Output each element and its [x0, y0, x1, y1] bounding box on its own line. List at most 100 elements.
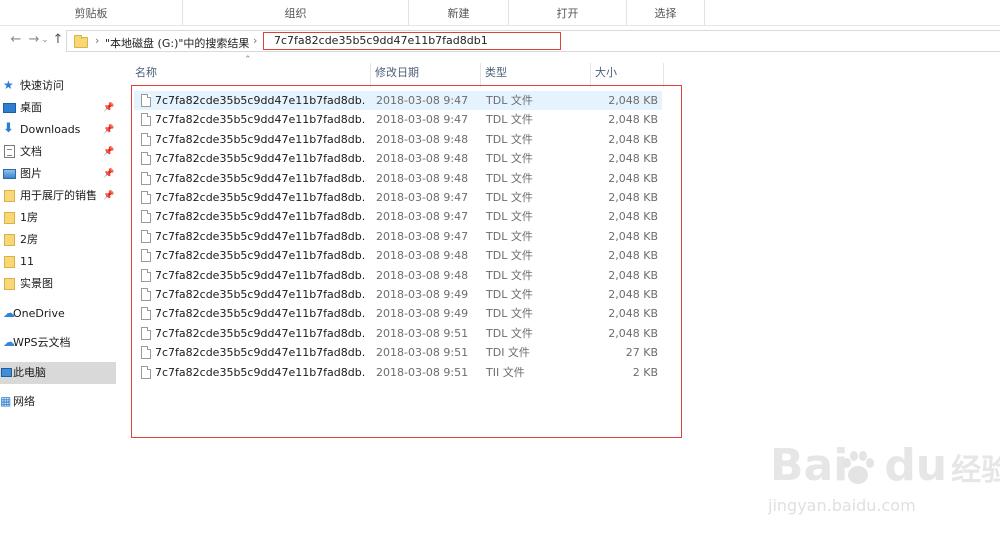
address-bar[interactable]: › "本地磁盘 (G:)"中的搜索结果 › 7c7fa82cde35b5c9dd… [66, 30, 1000, 52]
file-date: 2018-03-08 9:47 [376, 113, 469, 127]
file-name: 7c7fa82cde35b5c9dd47e11b7fad8db... [155, 191, 365, 204]
pin-icon[interactable]: 📌 [103, 141, 114, 163]
file-size: 2,048 KB [608, 132, 658, 146]
file-row[interactable]: 7c7fa82cde35b5c9dd47e11b7fad8db... 2018-0… [134, 324, 662, 343]
pin-icon[interactable]: 📌 [103, 163, 114, 185]
breadcrumb-separator-icon[interactable]: › [95, 34, 99, 47]
file-icon [141, 94, 151, 107]
file-icon [141, 365, 151, 379]
file-type: TDL 文件 [486, 326, 533, 340]
sidebar-item-11[interactable]: 11 [0, 251, 116, 273]
file-row[interactable]: 7c7fa82cde35b5c9dd47e11b7fad8db... 2018-0… [134, 363, 662, 382]
file-icon [141, 268, 151, 282]
file-row[interactable]: 7c7fa82cde35b5c9dd47e11b7fad8db... 2018-0… [134, 266, 662, 285]
back-arrow-icon[interactable]: ← [8, 32, 24, 48]
file-row[interactable]: 7c7fa82cde35b5c9dd47e11b7fad8db... 2018-0… [134, 149, 662, 168]
breadcrumb-separator-icon[interactable]: › [253, 34, 257, 47]
sidebar-item-1-room[interactable]: 1房 [0, 207, 116, 229]
sidebar-item-this-pc[interactable]: 此电脑 [0, 362, 116, 384]
file-name: 7c7fa82cde35b5c9dd47e11b7fad8db... [155, 249, 365, 263]
file-row[interactable]: 7c7fa82cde35b5c9dd47e11b7fad8db... 2018-0… [134, 304, 662, 323]
file-row[interactable]: 7c7fa82cde35b5c9dd47e11b7fad8db... 2018-0… [134, 207, 662, 226]
file-name: 7c7fa82cde35b5c9dd47e11b7fad8db... [155, 94, 365, 107]
navigation-pane: ★ 快速访问 桌面 📌 ⬇ Downloads 📌 文档 📌 图片 📌 用于展厅… [0, 55, 118, 546]
file-row[interactable]: 7c7fa82cde35b5c9dd47e11b7fad8db... 2018-0… [134, 169, 662, 188]
file-date: 2018-03-08 9:48 [376, 132, 469, 146]
file-size: 27 KB [625, 346, 658, 360]
file-type: TDL 文件 [486, 191, 533, 204]
file-date: 2018-03-08 9:47 [376, 229, 469, 243]
file-icon [141, 171, 151, 185]
sidebar-item-downloads[interactable]: ⬇ Downloads 📌 [0, 119, 116, 141]
pictures-icon [3, 169, 16, 179]
sidebar-item-desktop[interactable]: 桌面 📌 [0, 97, 116, 119]
up-arrow-icon[interactable]: ↑ [50, 32, 66, 48]
sidebar-item-wps-cloud[interactable]: ☁ WPS云文档 [0, 332, 116, 354]
file-size: 2,048 KB [608, 229, 658, 243]
baidu-jingyan-watermark: Bai du 经验 jingyan.baidu.com [760, 440, 1000, 540]
file-row[interactable]: 7c7fa82cde35b5c9dd47e11b7fad8db... 2018-0… [134, 246, 662, 265]
sidebar-item-label: 文档 [20, 145, 42, 158]
sidebar-item-pictures[interactable]: 图片 📌 [0, 163, 116, 185]
breadcrumb-search-results[interactable]: "本地磁盘 (G:)"中的搜索结果 [105, 35, 249, 51]
sidebar-item-label: 实景图 [20, 277, 53, 290]
sidebar-item-real-scene[interactable]: 实景图 [0, 273, 116, 295]
file-type: TDL 文件 [486, 152, 533, 166]
file-size: 2,048 KB [608, 152, 658, 166]
file-type: TDL 文件 [486, 113, 533, 127]
ribbon-group-new[interactable]: 新建 [409, 0, 509, 25]
document-icon [4, 145, 15, 158]
file-date: 2018-03-08 9:51 [376, 326, 469, 340]
sidebar-item-documents[interactable]: 文档 📌 [0, 141, 116, 163]
folder-icon [4, 190, 15, 202]
star-icon: ★ [3, 78, 14, 92]
file-row[interactable]: 7c7fa82cde35b5c9dd47e11b7fad8db... 2018-0… [134, 91, 662, 110]
pin-icon[interactable]: 📌 [103, 97, 114, 119]
pin-icon[interactable]: 📌 [103, 119, 114, 141]
folder-icon [4, 278, 15, 290]
column-header-type[interactable]: 类型 [481, 63, 591, 87]
file-date: 2018-03-08 9:51 [376, 365, 469, 379]
file-icon [141, 210, 151, 224]
sidebar-item-network[interactable]: ▦ 网络 [0, 391, 116, 413]
file-type: TDL 文件 [486, 171, 533, 185]
file-row[interactable]: 7c7fa82cde35b5c9dd47e11b7fad8db... 2018-0… [134, 110, 662, 129]
column-header-size[interactable]: 大小 [591, 63, 664, 87]
ribbon-group-clipboard[interactable]: 剪贴板 [0, 0, 183, 25]
file-row[interactable]: 7c7fa82cde35b5c9dd47e11b7fad8db... 2018-0… [134, 188, 662, 207]
folder-icon [4, 234, 15, 246]
file-name: 7c7fa82cde35b5c9dd47e11b7fad8db... [155, 132, 365, 146]
sidebar-item-label: Downloads [20, 123, 81, 136]
file-date: 2018-03-08 9:49 [376, 288, 469, 301]
watermark-logo: Bai du 经验 [770, 440, 1000, 497]
file-name: 7c7fa82cde35b5c9dd47e11b7fad8db... [155, 307, 365, 321]
file-size: 2,048 KB [608, 94, 658, 107]
sidebar-item-quick-access[interactable]: ★ 快速访问 [0, 75, 116, 97]
file-icon [141, 326, 151, 340]
column-header-date[interactable]: 修改日期 [371, 63, 481, 87]
file-type: TDL 文件 [486, 288, 533, 301]
column-header-name[interactable]: 名称 [131, 63, 371, 87]
file-row[interactable]: 7c7fa82cde35b5c9dd47e11b7fad8db... 2018-0… [134, 130, 662, 149]
file-row[interactable]: 7c7fa82cde35b5c9dd47e11b7fad8db... 2018-0… [134, 285, 662, 304]
folder-icon [4, 256, 15, 268]
file-type: TDL 文件 [486, 268, 533, 282]
sidebar-item-label: 2房 [20, 233, 38, 246]
ribbon-group-select[interactable]: 选择 [627, 0, 705, 25]
file-date: 2018-03-08 9:48 [376, 152, 469, 166]
file-type: TDL 文件 [486, 210, 533, 224]
sidebar-item-label: 11 [20, 255, 34, 268]
computer-icon [1, 368, 12, 377]
ribbon-group-organize[interactable]: 组织 [183, 0, 409, 25]
sidebar-item-onedrive[interactable]: ☁ OneDrive [0, 303, 116, 325]
sidebar-item-showroom-sales[interactable]: 用于展厅的销售 📌 [0, 185, 116, 207]
file-row[interactable]: 7c7fa82cde35b5c9dd47e11b7fad8db... 2018-0… [134, 343, 662, 362]
file-row[interactable]: 7c7fa82cde35b5c9dd47e11b7fad8db... 2018-0… [134, 227, 662, 246]
file-size: 2,048 KB [608, 191, 658, 204]
file-name: 7c7fa82cde35b5c9dd47e11b7fad8db... [155, 268, 365, 282]
breadcrumb-current-folder[interactable]: 7c7fa82cde35b5c9dd47e11b7fad8db1 [263, 32, 561, 50]
file-date: 2018-03-08 9:48 [376, 268, 469, 282]
pin-icon[interactable]: 📌 [103, 185, 114, 207]
sidebar-item-2-room[interactable]: 2房 [0, 229, 116, 251]
ribbon-group-open[interactable]: 打开 [509, 0, 627, 25]
